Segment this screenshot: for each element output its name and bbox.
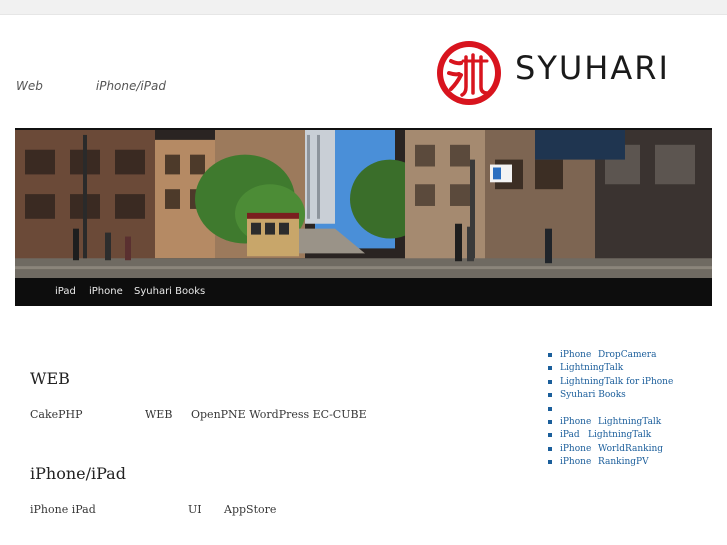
site-logo[interactable]: SYUHARI xyxy=(435,39,697,107)
web-text-3: OpenPNE WordPress EC-CUBE xyxy=(191,408,367,421)
sidebar-link[interactable]: iPhone xyxy=(560,444,591,454)
nav-item-syuhari-books[interactable]: Syuhari Books xyxy=(134,286,205,297)
syuhari-logo-icon xyxy=(437,41,501,105)
sidebar-link[interactable]: iPhone xyxy=(560,457,591,467)
nav-item-ipad[interactable]: iPad xyxy=(55,286,76,297)
bullet-icon xyxy=(548,393,552,397)
bullet-icon xyxy=(548,353,552,357)
main-nav: iPad iPhone Syuhari Books xyxy=(15,278,712,306)
bullet-icon xyxy=(548,433,552,437)
sidebar-link[interactable]: iPad xyxy=(560,430,580,440)
iphone-text-3: AppStore xyxy=(224,503,277,516)
logo-wordmark: SYUHARI xyxy=(515,49,670,87)
bullet-icon xyxy=(548,407,552,411)
tagline-web: Web xyxy=(16,79,43,93)
page: Web iPhone/iPad SYUHARI iPad iPhone Syuh… xyxy=(0,15,727,545)
sidebar-link[interactable]: LightningTalk xyxy=(588,430,651,440)
sidebar-link[interactable]: iPhone xyxy=(560,350,591,360)
iphone-text-2: UI xyxy=(188,503,202,516)
sidebar-link[interactable]: iPhone xyxy=(560,417,591,427)
section-title-web: WEB xyxy=(30,369,70,388)
tagline-iphone-ipad: iPhone/iPad xyxy=(95,79,166,93)
web-text-2: WEB xyxy=(145,408,173,421)
sidebar-link[interactable]: DropCamera xyxy=(598,350,656,360)
web-text-1: CakePHP xyxy=(30,408,83,421)
header-banner-image xyxy=(15,128,712,278)
iphone-text-1: iPhone iPad xyxy=(30,503,96,516)
bullet-icon xyxy=(548,380,552,384)
sidebar-link[interactable]: Syuhari Books xyxy=(560,390,626,400)
site-tagline: Web iPhone/iPad xyxy=(16,79,166,93)
bullet-icon xyxy=(548,366,552,370)
sidebar-link[interactable]: WorldRanking xyxy=(598,444,663,454)
bullet-icon xyxy=(548,447,552,451)
sidebar-link[interactable]: RankingPV xyxy=(598,457,649,467)
nav-item-iphone[interactable]: iPhone xyxy=(89,286,123,297)
bullet-icon xyxy=(548,460,552,464)
section-title-iphone-ipad: iPhone/iPad xyxy=(30,464,126,483)
top-bar xyxy=(0,0,727,15)
sidebar-link[interactable]: LightningTalk for iPhone xyxy=(560,377,673,387)
bullet-icon xyxy=(548,420,552,424)
sidebar-link[interactable]: LightningTalk xyxy=(598,417,661,427)
sidebar-link[interactable]: LightningTalk xyxy=(560,363,623,373)
